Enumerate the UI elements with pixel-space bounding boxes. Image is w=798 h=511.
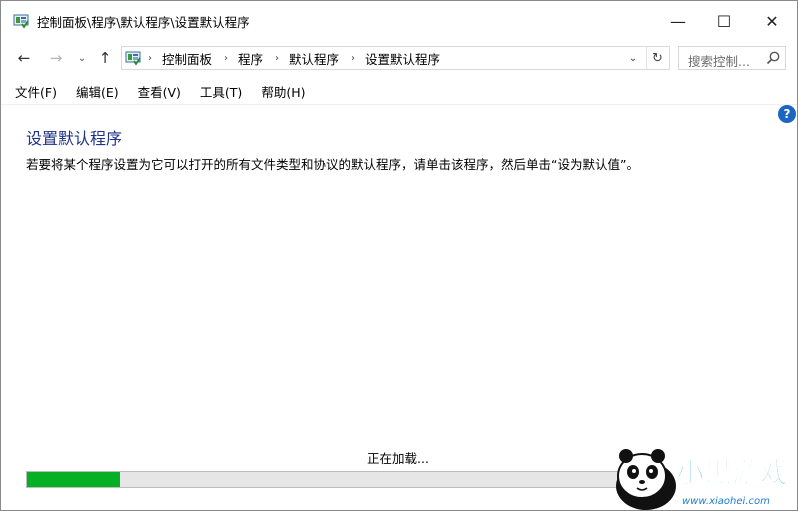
watermark-brand: 小黑游戏: [676, 456, 788, 489]
address-bar[interactable]: › 控制面板 › 程序 › 默认程序 › 设置默认程序 ⌄ ↻: [121, 46, 670, 70]
up-button[interactable]: ↑: [95, 48, 115, 68]
breadcrumb-set-default-programs[interactable]: 设置默认程序: [365, 49, 440, 68]
window-title: 控制面板\程序\默认程序\设置默认程序: [37, 15, 250, 30]
help-icon[interactable]: ?: [778, 105, 796, 123]
menu-file[interactable]: 文件(F): [15, 82, 57, 101]
breadcrumb-separator[interactable]: ›: [275, 53, 279, 64]
maximize-icon: ☐: [716, 11, 732, 31]
maximize-button[interactable]: ☐: [701, 1, 747, 41]
page-title: 设置默认程序: [26, 129, 123, 148]
search-icon[interactable]: [765, 50, 781, 66]
breadcrumb-separator[interactable]: ›: [148, 53, 152, 64]
control-panel-icon: [125, 51, 141, 66]
up-arrow-icon: ↑: [98, 49, 112, 67]
chevron-down-icon: ⌄: [628, 52, 638, 64]
breadcrumb-default-programs[interactable]: 默认程序: [289, 49, 339, 68]
chevron-down-icon: ⌄: [77, 52, 87, 64]
breadcrumb-separator[interactable]: ›: [224, 53, 228, 64]
minimize-icon: —: [670, 11, 686, 31]
navigation-bar: ← → ⌄ ↑ › 控制面板 › 程序 › 默认程序 › 设置默认程序 ⌄ ↻ …: [1, 41, 797, 75]
page-description: 若要将某个程序设置为它可以打开的所有文件类型和协议的默认程序，请单击该程序，然后…: [26, 157, 639, 172]
forward-arrow-icon: →: [49, 49, 63, 67]
menu-help[interactable]: 帮助(H): [261, 82, 305, 101]
menu-edit[interactable]: 编辑(E): [76, 82, 119, 101]
refresh-icon: ↻: [652, 50, 663, 66]
breadcrumb-separator[interactable]: ›: [351, 53, 355, 64]
progress-fill: [27, 472, 120, 487]
menu-tools[interactable]: 工具(T): [200, 82, 242, 101]
menu-divider: [1, 104, 797, 105]
back-arrow-icon: ←: [17, 49, 31, 67]
menu-view[interactable]: 查看(V): [138, 82, 181, 101]
help-glyph: ?: [783, 107, 791, 121]
minimize-button[interactable]: —: [655, 1, 701, 41]
recent-locations-button[interactable]: ⌄: [75, 48, 89, 68]
close-button[interactable]: ✕: [749, 1, 795, 41]
search-input[interactable]: 搜索控制...: [678, 46, 786, 70]
loading-progress-bar: [26, 471, 626, 488]
control-panel-icon: [13, 14, 29, 29]
breadcrumb: › 控制面板 › 程序 › 默认程序 › 设置默认程序: [148, 47, 452, 69]
refresh-button[interactable]: ↻: [646, 47, 668, 69]
watermark-url: www.xiaohei.com: [682, 496, 770, 507]
title-bar[interactable]: 控制面板\程序\默认程序\设置默认程序 — ☐ ✕: [1, 1, 797, 41]
search-placeholder: 搜索控制...: [688, 54, 750, 69]
breadcrumb-control-panel[interactable]: 控制面板: [162, 49, 212, 68]
breadcrumb-programs[interactable]: 程序: [238, 49, 263, 68]
menu-bar: 文件(F) 编辑(E) 查看(V) 工具(T) 帮助(H): [1, 79, 797, 103]
xiaohei-watermark-logo: 小黑游戏 www.xiaohei.com: [616, 449, 789, 510]
back-button[interactable]: ←: [13, 48, 35, 68]
address-dropdown-button[interactable]: ⌄: [624, 47, 642, 69]
forward-button[interactable]: →: [45, 48, 67, 68]
panda-icon: [616, 449, 676, 510]
control-panel-window: 控制面板\程序\默认程序\设置默认程序 — ☐ ✕ ← → ⌄ ↑ › 控制面板…: [0, 0, 798, 511]
loading-status: 正在加载...: [367, 451, 429, 466]
close-icon: ✕: [765, 11, 779, 31]
